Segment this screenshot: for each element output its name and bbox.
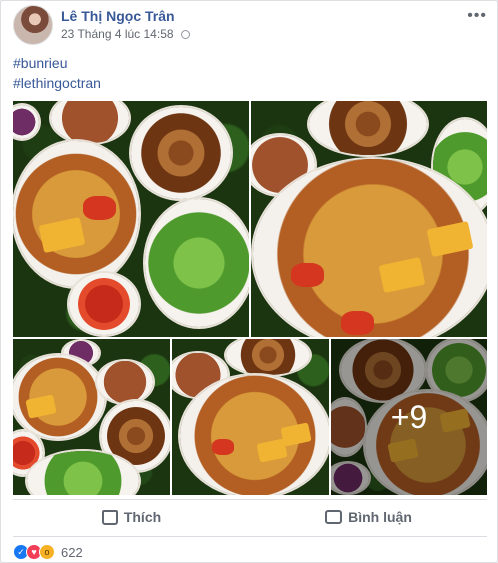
more-photos-overlay[interactable]: +9: [331, 339, 487, 495]
photo-bowl: [13, 141, 139, 287]
post-timestamp[interactable]: 23 Tháng 4 lúc 14:58: [61, 27, 190, 41]
photo-bowl: [13, 105, 39, 139]
photo-bowl: [51, 101, 129, 143]
reaction-count[interactable]: 622: [61, 545, 83, 560]
photo-bowl: [309, 101, 427, 155]
author-name[interactable]: Lê Thị Ngọc Trân: [61, 8, 175, 24]
photo-bowl: [145, 199, 249, 327]
photo-2[interactable]: [251, 101, 487, 337]
reactions-summary[interactable]: ✓ ♥ o 622: [13, 543, 83, 561]
comment-icon: [325, 510, 343, 524]
comment-button[interactable]: Bình luận: [250, 501, 487, 533]
more-options-icon[interactable]: •••: [467, 7, 487, 25]
photo-3[interactable]: [13, 339, 170, 495]
thumbs-up-icon: [101, 509, 118, 525]
photo-4[interactable]: [172, 339, 329, 495]
photo-grid: +9: [13, 101, 487, 495]
like-label: Thích: [123, 509, 162, 525]
photo-bowl: [97, 361, 153, 403]
post-card: Lê Thị Ngọc Trân 23 Tháng 4 lúc 14:58 ••…: [0, 0, 498, 563]
comment-label: Bình luận: [348, 509, 412, 525]
photo-bowl: [131, 107, 231, 199]
photo-tomato: [341, 311, 375, 335]
wow-icon: o: [39, 544, 55, 560]
photo-tomato: [83, 196, 117, 220]
globe-icon: [180, 30, 190, 39]
hashtag-lethingoctran[interactable]: #lethingoctran: [13, 73, 101, 93]
divider: [13, 536, 487, 537]
avatar[interactable]: [13, 5, 53, 45]
post-actions: Thích Bình luận: [13, 501, 487, 533]
photo-tomato: [212, 439, 234, 455]
divider: [13, 499, 487, 500]
photo-tomato: [291, 263, 325, 287]
post-text: #bunrieu #lethingoctran: [13, 53, 101, 93]
photo-bowl: [226, 339, 310, 375]
photo-5[interactable]: +9: [331, 339, 487, 495]
photo-1[interactable]: [13, 101, 249, 337]
post-header: Lê Thị Ngọc Trân 23 Tháng 4 lúc 14:58 ••…: [13, 5, 487, 45]
timestamp-text: 23 Tháng 4 lúc 14:58: [61, 27, 174, 41]
photo-bowl: [69, 273, 139, 335]
like-button[interactable]: Thích: [13, 501, 250, 533]
hashtag-bunrieu[interactable]: #bunrieu: [13, 53, 101, 73]
photo-bowl: [13, 355, 105, 439]
